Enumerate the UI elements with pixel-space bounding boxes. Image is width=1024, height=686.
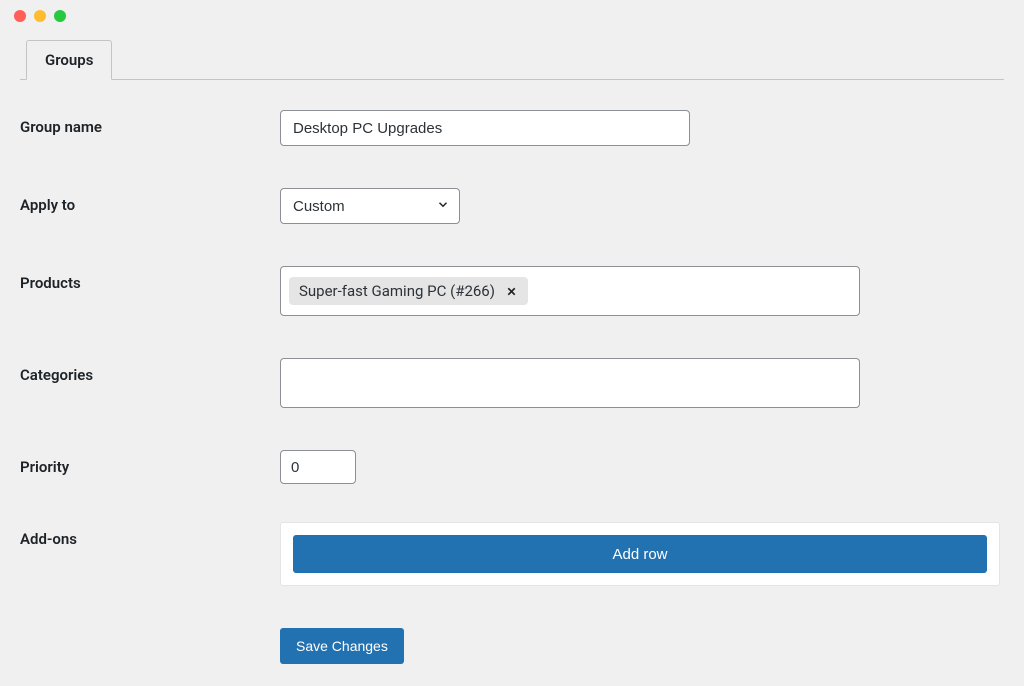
label-categories: Categories xyxy=(20,358,280,384)
tab-groups[interactable]: Groups xyxy=(26,40,112,80)
window-chrome xyxy=(0,0,1024,32)
row-categories: Categories xyxy=(20,358,1004,408)
label-addons: Add-ons xyxy=(20,522,280,548)
save-changes-button[interactable]: Save Changes xyxy=(280,628,404,664)
row-apply-to: Apply to Custom xyxy=(20,188,1004,224)
main-content: Groups Group name Apply to Custom Produc… xyxy=(0,32,1024,684)
tab-bar: Groups xyxy=(20,40,1004,80)
priority-input[interactable] xyxy=(280,450,356,484)
products-field[interactable]: Super-fast Gaming PC (#266) xyxy=(280,266,860,316)
label-apply-to: Apply to xyxy=(20,188,280,214)
categories-field[interactable] xyxy=(280,358,860,408)
addons-panel: Add row xyxy=(280,522,1000,586)
product-tag: Super-fast Gaming PC (#266) xyxy=(289,277,528,305)
window-maximize-dot[interactable] xyxy=(54,10,66,22)
label-priority: Priority xyxy=(20,450,280,476)
row-group-name: Group name xyxy=(20,110,1004,146)
product-tag-label: Super-fast Gaming PC (#266) xyxy=(299,282,495,300)
actions: Save Changes xyxy=(20,628,1004,664)
row-products: Products Super-fast Gaming PC (#266) xyxy=(20,266,1004,316)
group-name-input[interactable] xyxy=(280,110,690,146)
add-row-button[interactable]: Add row xyxy=(293,535,987,573)
label-group-name: Group name xyxy=(20,110,280,136)
row-priority: Priority xyxy=(20,450,1004,484)
window-close-dot[interactable] xyxy=(14,10,26,22)
row-addons: Add-ons Add row xyxy=(20,522,1004,586)
window-minimize-dot[interactable] xyxy=(34,10,46,22)
close-icon[interactable] xyxy=(505,285,518,298)
apply-to-select[interactable]: Custom xyxy=(280,188,460,224)
label-products: Products xyxy=(20,266,280,292)
